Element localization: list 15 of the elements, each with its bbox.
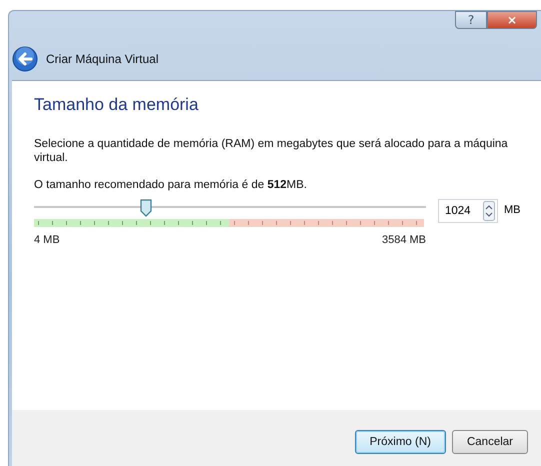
memory-slider[interactable] — [34, 199, 426, 217]
unit-label: MB — [504, 204, 520, 216]
memory-spinbox[interactable]: 1024 — [438, 199, 498, 223]
dialog-button[interactable]: Cancelar — [452, 430, 528, 454]
window-title: Criar Máquina Virtual — [46, 52, 158, 66]
max-label: 3584 MB — [382, 234, 426, 246]
spin-arrows-icon[interactable] — [483, 201, 495, 221]
slider-thumb[interactable] — [140, 199, 152, 217]
description-text: Selecione a quantidade de memória (RAM) em megabytes que será alocado para a máquina virtual. — [34, 137, 509, 165]
back-button[interactable] — [12, 46, 38, 72]
dialog-button[interactable]: Próximo (N) — [354, 430, 446, 454]
help-button[interactable]: ? — [455, 11, 487, 29]
min-label: 4 MB — [34, 234, 60, 246]
page-heading: Tamanho da memória — [34, 95, 200, 115]
recommendation-text: O tamanho recomendado para memória é de 512MB. — [34, 179, 308, 191]
